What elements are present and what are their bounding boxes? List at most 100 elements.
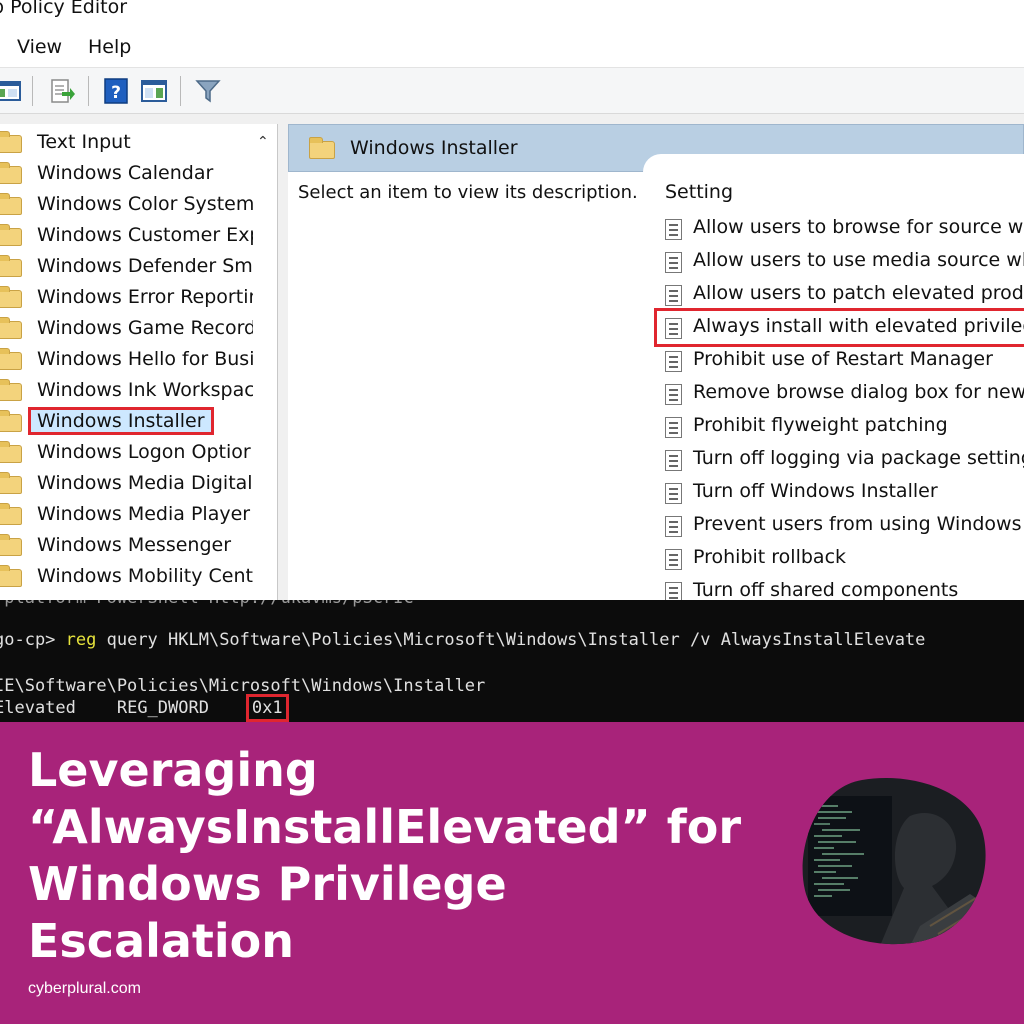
tree-item[interactable]: Windows Ink Workspac xyxy=(0,376,256,407)
title-bar: p Policy Editor xyxy=(0,0,1024,28)
setting-row[interactable]: Remove browse dialog box for new s xyxy=(663,377,1024,410)
setting-row[interactable]: Prohibit use of Restart Manager xyxy=(663,344,1024,377)
terminal-args: query HKLM\Software\Policies\Microsoft\W… xyxy=(96,630,926,650)
policy-icon xyxy=(665,516,682,537)
tree-item[interactable]: Windows Defender Sma xyxy=(0,252,256,283)
tree-item[interactable]: Windows Error Reportin xyxy=(0,283,256,314)
window-title: p Policy Editor xyxy=(0,0,128,18)
menu-bar: View Help xyxy=(0,28,1024,68)
setting-row[interactable]: Turn off Windows Installer xyxy=(663,476,1024,509)
setting-row[interactable]: Prevent users from using Windows Ir xyxy=(663,509,1024,542)
hacker-photo-blob xyxy=(802,778,986,945)
svg-text:?: ? xyxy=(111,83,121,103)
folder-icon xyxy=(0,534,22,556)
folder-icon xyxy=(0,131,22,153)
toolbar-separator xyxy=(32,76,33,106)
terminal-prompt: go-cp> xyxy=(0,630,66,650)
terminal-command-line: go-cp> reg query HKLM\Software\Policies\… xyxy=(0,630,925,650)
policy-icon xyxy=(665,417,682,438)
console-tree-icon[interactable] xyxy=(0,77,22,105)
tree-item[interactable]: Windows Messenger xyxy=(0,531,256,562)
settings-list: Setting Allow users to browse for source… xyxy=(643,154,1024,600)
folder-icon xyxy=(0,193,22,215)
tree-item[interactable]: Windows Media Player xyxy=(0,500,256,531)
terminal-value-line: Elevated REG_DWORD 0x1 xyxy=(0,694,289,722)
setting-row[interactable]: Prohibit flyweight patching xyxy=(663,410,1024,443)
description-pane: Select an item to view its description. xyxy=(288,172,648,600)
policy-icon xyxy=(665,318,682,339)
setting-column-header[interactable]: Setting xyxy=(665,181,733,203)
folder-icon xyxy=(0,503,22,525)
folder-icon xyxy=(0,224,22,246)
group-policy-editor-window: p Policy Editor View Help ? Text Input W… xyxy=(0,0,1024,600)
help-icon[interactable]: ? xyxy=(102,77,130,105)
policy-tree: Text Input Windows Calendar Windows Colo… xyxy=(0,124,278,600)
folder-icon xyxy=(0,317,22,339)
terminal-output: platform PowerShell Http://ukavms/pScrIC… xyxy=(0,600,1024,722)
tree-item[interactable]: Windows Customer Exp xyxy=(0,221,256,252)
tree-item[interactable]: Windows Mobility Cent xyxy=(0,562,256,593)
folder-icon xyxy=(0,286,22,308)
folder-icon xyxy=(0,162,22,184)
headline-line-4: Escalation xyxy=(28,914,295,968)
headline: Leveraging “AlwaysInstallElevated” for W… xyxy=(28,742,818,970)
folder-icon xyxy=(0,565,22,587)
folder-icon xyxy=(309,137,335,159)
folder-icon xyxy=(0,379,22,401)
toolbar: ? xyxy=(0,68,1024,114)
setting-row[interactable]: Allow users to use media source whil xyxy=(663,245,1024,278)
tree-scrollbar[interactable]: ⌃ xyxy=(253,124,277,600)
settings-area: Windows Installer Select an item to view… xyxy=(288,124,1024,600)
folder-icon xyxy=(0,472,22,494)
folder-icon xyxy=(0,255,22,277)
policy-icon xyxy=(665,549,682,570)
description-hint: Select an item to view its description. xyxy=(298,182,638,203)
tree-item[interactable]: Windows Calendar xyxy=(0,159,256,190)
filter-icon[interactable] xyxy=(194,77,222,105)
policy-icon xyxy=(665,384,682,405)
tree-item[interactable]: Windows Logon Optior xyxy=(0,438,256,469)
setting-row[interactable]: Prohibit rollback xyxy=(663,542,1024,575)
folder-icon xyxy=(0,410,22,432)
folder-icon xyxy=(0,441,22,463)
title-banner: Leveraging “AlwaysInstallElevated” for W… xyxy=(0,722,1024,1024)
terminal-value-type: REG_DWORD xyxy=(116,698,209,718)
scroll-up-icon[interactable]: ⌃ xyxy=(257,134,269,150)
show-hide-icon[interactable] xyxy=(140,77,168,105)
site-url[interactable]: cyberplural.com xyxy=(28,980,141,998)
terminal-command: reg xyxy=(65,630,97,650)
policy-icon xyxy=(665,450,682,471)
tree-item-windows-installer[interactable]: Windows Installer xyxy=(0,407,256,438)
policy-icon xyxy=(665,252,682,273)
tree-item[interactable]: Windows Game Record xyxy=(0,314,256,345)
headline-line-2: “AlwaysInstallElevated” for xyxy=(28,800,742,854)
headline-line-1: Leveraging xyxy=(28,743,318,797)
tree-item[interactable]: Windows Color System xyxy=(0,190,256,221)
export-list-icon[interactable] xyxy=(48,77,76,105)
policy-icon xyxy=(665,351,682,372)
terminal-value-name: Elevated xyxy=(0,698,76,718)
policy-icon xyxy=(665,483,682,504)
selected-tree-label: Windows Installer xyxy=(28,407,214,435)
pane-header-title: Windows Installer xyxy=(350,137,518,159)
policy-icon xyxy=(665,582,682,600)
terminal-line-cutoff: platform PowerShell Http://ukavms/pScrIC xyxy=(0,600,413,608)
setting-row[interactable]: Turn off shared components xyxy=(663,575,1024,600)
terminal-value-data: 0x1 xyxy=(245,694,289,722)
policy-icon xyxy=(665,285,682,306)
tree-item[interactable]: Text Input xyxy=(0,128,256,159)
setting-row[interactable]: Allow users to browse for source whi xyxy=(663,212,1024,245)
setting-row[interactable]: Allow users to patch elevated produc xyxy=(663,278,1024,311)
headline-line-3: Windows Privilege xyxy=(28,857,507,911)
tree-item[interactable]: Windows Hello for Busi xyxy=(0,345,256,376)
setting-row-always-install-elevated[interactable]: Always install with elevated privilege xyxy=(654,308,1024,347)
terminal-key-path: IE\Software\Policies\Microsoft\Windows\I… xyxy=(0,676,486,696)
setting-row[interactable]: Turn off logging via package settings xyxy=(663,443,1024,476)
toolbar-separator xyxy=(88,76,89,106)
policy-icon xyxy=(665,219,682,240)
menu-help[interactable]: Help xyxy=(88,36,131,58)
menu-view[interactable]: View xyxy=(17,36,62,58)
folder-icon xyxy=(0,348,22,370)
toolbar-separator xyxy=(180,76,181,106)
tree-item[interactable]: Windows Media Digital xyxy=(0,469,256,500)
